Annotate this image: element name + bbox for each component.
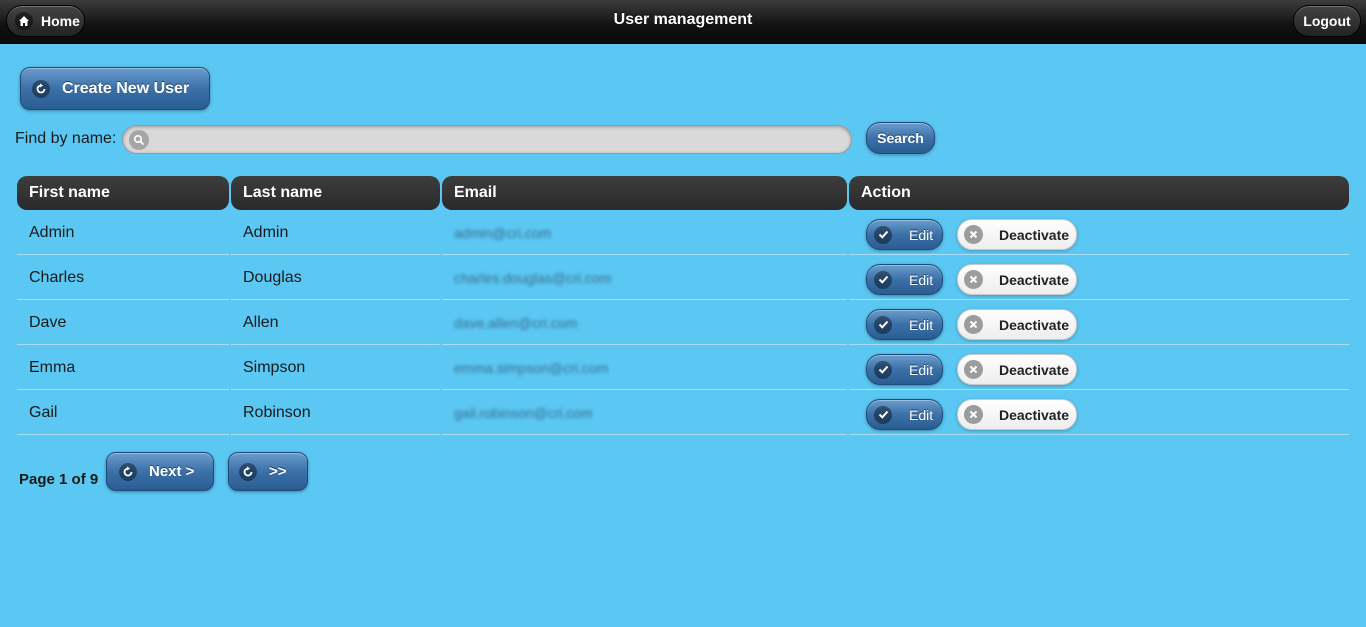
- check-icon: [874, 360, 892, 379]
- last-label: >>: [269, 463, 287, 480]
- deactivate-button[interactable]: Deactivate: [957, 354, 1077, 385]
- last-name-cell: Douglas: [231, 256, 440, 300]
- edit-label: Edit: [909, 226, 934, 243]
- next-page-button[interactable]: Next >: [106, 452, 214, 491]
- email-text: charles.douglas@cri.com: [454, 270, 612, 286]
- find-by-name-label: Find by name:: [15, 130, 117, 147]
- search-button[interactable]: Search: [866, 122, 935, 154]
- edit-button[interactable]: Edit: [866, 354, 943, 385]
- search-field: [122, 125, 852, 154]
- last-page-button[interactable]: >>: [228, 452, 308, 491]
- create-user-label: Create New User: [62, 79, 190, 97]
- edit-label: Edit: [909, 271, 934, 288]
- edit-button[interactable]: Edit: [866, 309, 943, 340]
- deactivate-button[interactable]: Deactivate: [957, 219, 1077, 250]
- deactivate-label: Deactivate: [999, 361, 1070, 378]
- edit-button[interactable]: Edit: [866, 399, 943, 430]
- close-icon: [964, 360, 983, 379]
- check-icon: [874, 405, 892, 424]
- page-title: User management: [613, 11, 753, 28]
- check-icon: [874, 225, 892, 244]
- last-name-cell: Allen: [231, 301, 440, 345]
- table-row: Emma Simpson emma.simpson@cri.com Edit D…: [17, 346, 1349, 391]
- deactivate-label: Deactivate: [999, 316, 1070, 333]
- next-label: Next >: [149, 463, 195, 480]
- email-cell: charles.douglas@cri.com: [442, 256, 847, 300]
- edit-label: Edit: [909, 316, 934, 333]
- page-indicator: Page 1 of 9: [19, 471, 99, 488]
- email-text: dave.allen@cri.com: [454, 315, 578, 331]
- logout-button[interactable]: Logout: [1293, 5, 1361, 37]
- close-icon: [964, 315, 983, 334]
- first-name-cell: Emma: [17, 346, 229, 390]
- column-header-email: Email: [442, 176, 847, 210]
- deactivate-button[interactable]: Deactivate: [957, 309, 1077, 340]
- edit-label: Edit: [909, 361, 934, 378]
- close-icon: [964, 270, 983, 289]
- search-input[interactable]: [149, 126, 851, 153]
- check-icon: [874, 315, 892, 334]
- deactivate-label: Deactivate: [999, 226, 1070, 243]
- search-icon: [129, 129, 149, 150]
- table-row: Dave Allen dave.allen@cri.com Edit Deact…: [17, 301, 1349, 346]
- column-header-last-name: Last name: [231, 176, 440, 210]
- edit-label: Edit: [909, 406, 934, 423]
- email-cell: gail.robinson@cri.com: [442, 391, 847, 435]
- check-icon: [874, 270, 892, 289]
- email-cell: emma.simpson@cri.com: [442, 346, 847, 390]
- edit-button[interactable]: Edit: [866, 264, 943, 295]
- table-row: Charles Douglas charles.douglas@cri.com …: [17, 256, 1349, 301]
- first-name-cell: Gail: [17, 391, 229, 435]
- table-row: Gail Robinson gail.robinson@cri.com Edit…: [17, 391, 1349, 436]
- email-cell: dave.allen@cri.com: [442, 301, 847, 345]
- refresh-icon: [32, 79, 50, 98]
- deactivate-label: Deactivate: [999, 406, 1070, 423]
- table-row: Admin Admin admin@cri.com Edit Deactivat…: [17, 211, 1349, 256]
- email-cell: admin@cri.com: [442, 211, 847, 255]
- refresh-icon: [119, 462, 137, 481]
- close-icon: [964, 225, 983, 244]
- refresh-icon: [239, 462, 257, 481]
- last-name-cell: Simpson: [231, 346, 440, 390]
- deactivate-button[interactable]: Deactivate: [957, 264, 1077, 295]
- edit-button[interactable]: Edit: [866, 219, 943, 250]
- column-header-first-name: First name: [17, 176, 229, 210]
- email-text: admin@cri.com: [454, 225, 552, 241]
- column-header-action: Action: [849, 176, 1349, 210]
- close-icon: [964, 405, 983, 424]
- first-name-cell: Dave: [17, 301, 229, 345]
- first-name-cell: Admin: [17, 211, 229, 255]
- deactivate-label: Deactivate: [999, 271, 1070, 288]
- app-header: Home User management Logout: [0, 0, 1366, 44]
- last-name-cell: Admin: [231, 211, 440, 255]
- last-name-cell: Robinson: [231, 391, 440, 435]
- email-text: gail.robinson@cri.com: [454, 405, 593, 421]
- deactivate-button[interactable]: Deactivate: [957, 399, 1077, 430]
- email-text: emma.simpson@cri.com: [454, 360, 609, 376]
- first-name-cell: Charles: [17, 256, 229, 300]
- create-user-button[interactable]: Create New User: [20, 67, 210, 110]
